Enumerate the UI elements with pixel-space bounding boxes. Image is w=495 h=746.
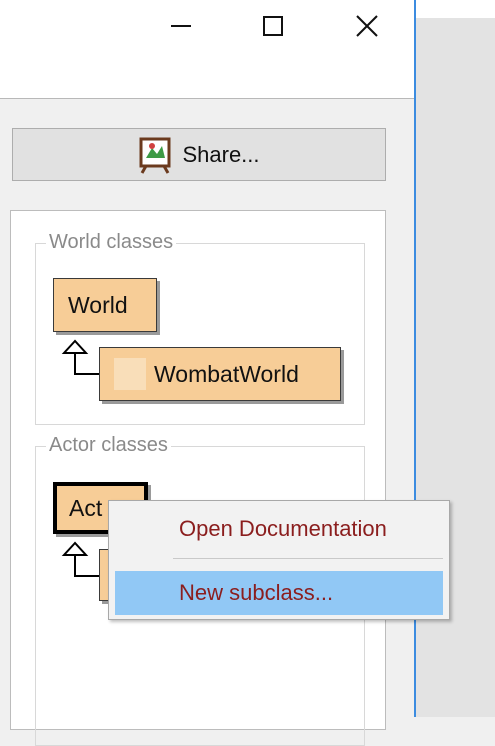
- minimize-button[interactable]: [158, 6, 204, 46]
- class-world-label: World: [68, 291, 128, 318]
- world-classes-title: World classes: [46, 231, 177, 254]
- menu-item-new-subclass[interactable]: New subclass...: [115, 571, 443, 615]
- maximize-icon: [263, 16, 283, 36]
- context-menu: Open Documentation New subclass...: [108, 500, 450, 620]
- class-diagram-panel: World classes World WombatWorld Actor cl…: [10, 210, 386, 746]
- maximize-button[interactable]: [250, 6, 296, 46]
- class-wombatworld[interactable]: WombatWorld: [99, 347, 341, 401]
- menu-item-open-documentation[interactable]: Open Documentation: [115, 507, 443, 551]
- class-wombatworld-label: WombatWorld: [154, 360, 299, 387]
- class-world[interactable]: World: [53, 278, 157, 332]
- class-actor-label: Act: [69, 494, 103, 521]
- share-button[interactable]: Share...: [12, 128, 386, 181]
- class-image-icon: [114, 358, 146, 390]
- close-icon: [356, 15, 378, 37]
- menu-item-label: New subclass...: [179, 580, 334, 605]
- actor-classes-title: Actor classes: [46, 434, 171, 457]
- easel-icon: [139, 137, 171, 174]
- share-label: Share...: [182, 141, 260, 167]
- inheritance-arrow-icon: [61, 339, 99, 375]
- minimize-icon: [171, 25, 191, 27]
- inheritance-arrow-icon: [61, 541, 99, 577]
- title-bar: [0, 0, 414, 99]
- desktop-strip: [416, 0, 495, 18]
- menu-item-label: Open Documentation: [179, 516, 387, 541]
- close-button[interactable]: [344, 6, 390, 46]
- menu-separator: [173, 558, 443, 559]
